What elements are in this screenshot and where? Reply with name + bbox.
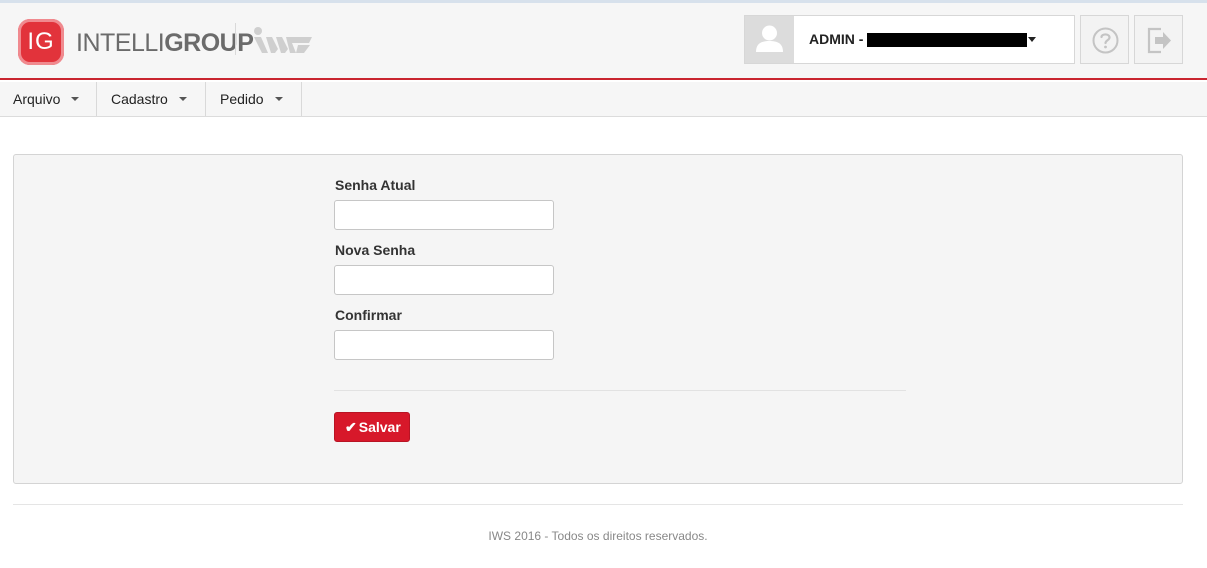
save-button[interactable]: ✔ Salvar <box>334 412 410 442</box>
user-name-label: ADMIN - <box>809 31 864 47</box>
brand-logo-light: INTELLI <box>76 29 165 57</box>
form-divider <box>334 390 906 391</box>
brand-logo-bold: GROUP <box>164 29 254 57</box>
iws-logo-icon <box>254 27 312 53</box>
logo-separator <box>235 23 236 55</box>
menu-arquivo[interactable]: Arquivo <box>0 82 97 116</box>
new-password-label: Nova Senha <box>335 242 416 258</box>
chevron-down-icon <box>274 97 283 102</box>
footer-copyright: IWS 2016 - Todos os direitos reservados. <box>488 529 708 543</box>
help-icon <box>1092 27 1119 54</box>
user-menu-dropdown[interactable]: ADMIN - <box>744 15 1075 64</box>
save-button-label: Salvar <box>358 418 401 435</box>
user-avatar-icon <box>745 16 794 63</box>
change-password-panel: Senha Atual Nova Senha Confirmar ✔ Salvar <box>13 154 1183 484</box>
confirm-password-label: Confirmar <box>335 307 402 323</box>
chevron-down-icon <box>71 97 80 102</box>
brand-logo-badge: IG <box>18 19 64 65</box>
menu-pedido[interactable]: Pedido <box>207 82 302 116</box>
new-password-input[interactable] <box>334 265 554 295</box>
redacted-username-block <box>867 33 1027 47</box>
current-password-label: Senha Atual <box>335 177 416 193</box>
menu-pedido-label: Pedido <box>220 91 264 107</box>
menu-arquivo-label: Arquivo <box>13 91 61 107</box>
current-password-input[interactable] <box>334 200 554 230</box>
main-menu-bar: Arquivo Cadastro Pedido <box>0 82 1207 117</box>
menu-cadastro-label: Cadastro <box>111 91 168 107</box>
checkmark-icon: ✔ <box>345 418 357 435</box>
chevron-down-icon <box>178 97 187 102</box>
confirm-password-input[interactable] <box>334 330 554 360</box>
help-button[interactable] <box>1080 15 1129 64</box>
footer-divider <box>13 504 1183 505</box>
logout-icon <box>1147 27 1171 54</box>
logout-button[interactable] <box>1134 15 1183 64</box>
app-header: IG INTELLIGROUP ADMIN - <box>0 3 1207 80</box>
chevron-down-icon <box>1028 37 1036 42</box>
brand-logo-text: INTELLIGROUP <box>76 29 254 58</box>
menu-cadastro[interactable]: Cadastro <box>98 82 206 116</box>
